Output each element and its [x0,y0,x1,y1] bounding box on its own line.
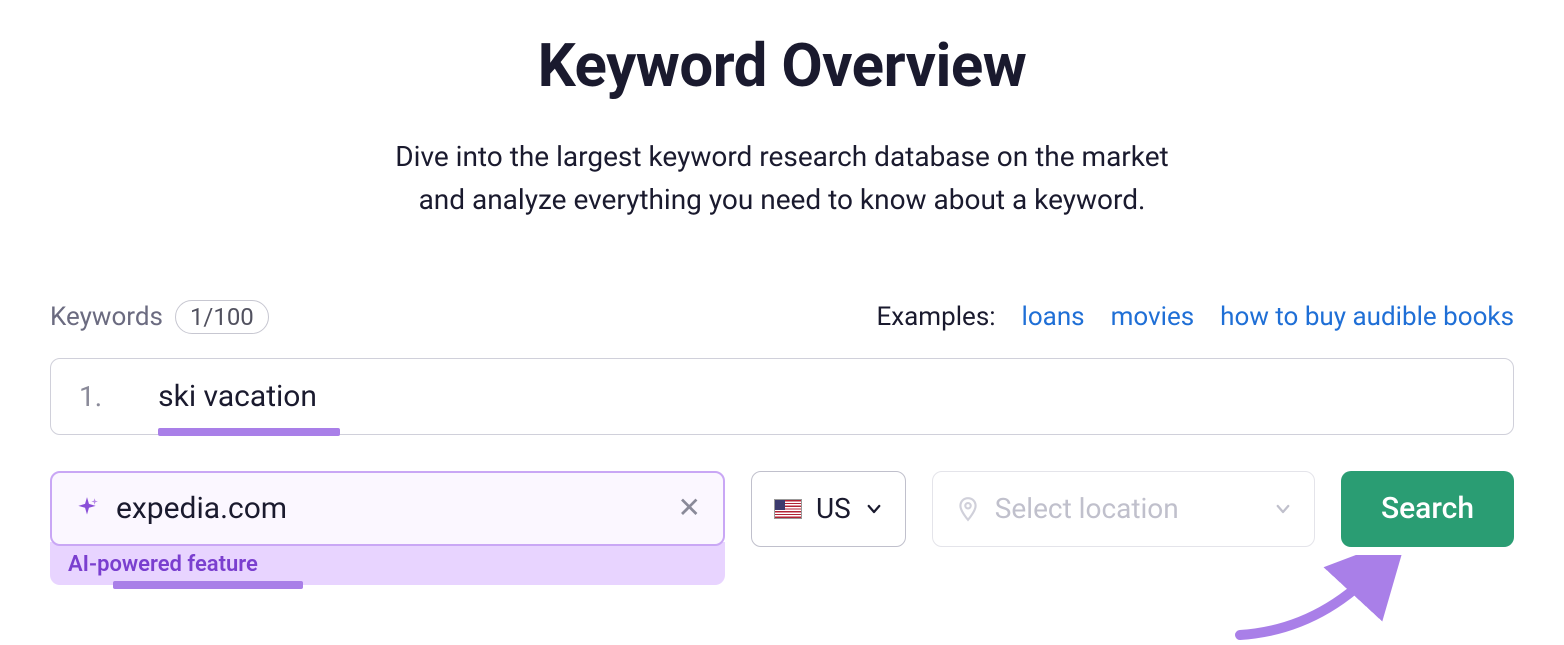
example-link-movies[interactable]: movies [1111,302,1195,332]
ai-badge-label: AI-powered feature [68,552,258,577]
highlight-underline [113,581,303,589]
page-subtitle: Dive into the largest keyword research d… [50,135,1514,222]
pin-icon [955,496,981,522]
chevron-down-icon [865,500,883,518]
ai-domain-input-box[interactable]: ✕ [50,471,725,546]
country-select[interactable]: US [751,471,906,547]
keywords-counter-wrap: Keywords 1/100 [50,300,269,334]
example-link-audible[interactable]: how to buy audible books [1220,302,1514,332]
keyword-input[interactable] [158,379,1358,414]
chevron-down-icon [1274,500,1292,518]
search-button[interactable]: Search [1341,471,1514,547]
keyword-index: 1. [79,380,102,413]
keywords-count-badge: 1/100 [175,300,269,334]
examples-label: Examples: [876,302,995,332]
example-link-loans[interactable]: loans [1022,302,1085,332]
highlight-underline [158,428,340,436]
subtitle-line-1: Dive into the largest keyword research d… [395,140,1168,173]
domain-input[interactable] [116,491,662,526]
country-code: US [816,492,851,525]
location-select[interactable]: Select location [932,471,1315,547]
location-placeholder: Select location [995,492,1179,525]
sparkle-icon [74,495,100,521]
subtitle-line-2: and analyze everything you need to know … [419,183,1146,216]
page-title: Keyword Overview [50,30,1514,101]
ai-badge-bar: AI-powered feature [50,542,725,585]
clear-icon[interactable]: ✕ [678,494,701,522]
keywords-label: Keywords [50,302,163,332]
keyword-input-row[interactable]: 1. [50,358,1514,435]
us-flag-icon [774,499,802,519]
examples-wrap: Examples: loans movies how to buy audibl… [876,302,1514,332]
